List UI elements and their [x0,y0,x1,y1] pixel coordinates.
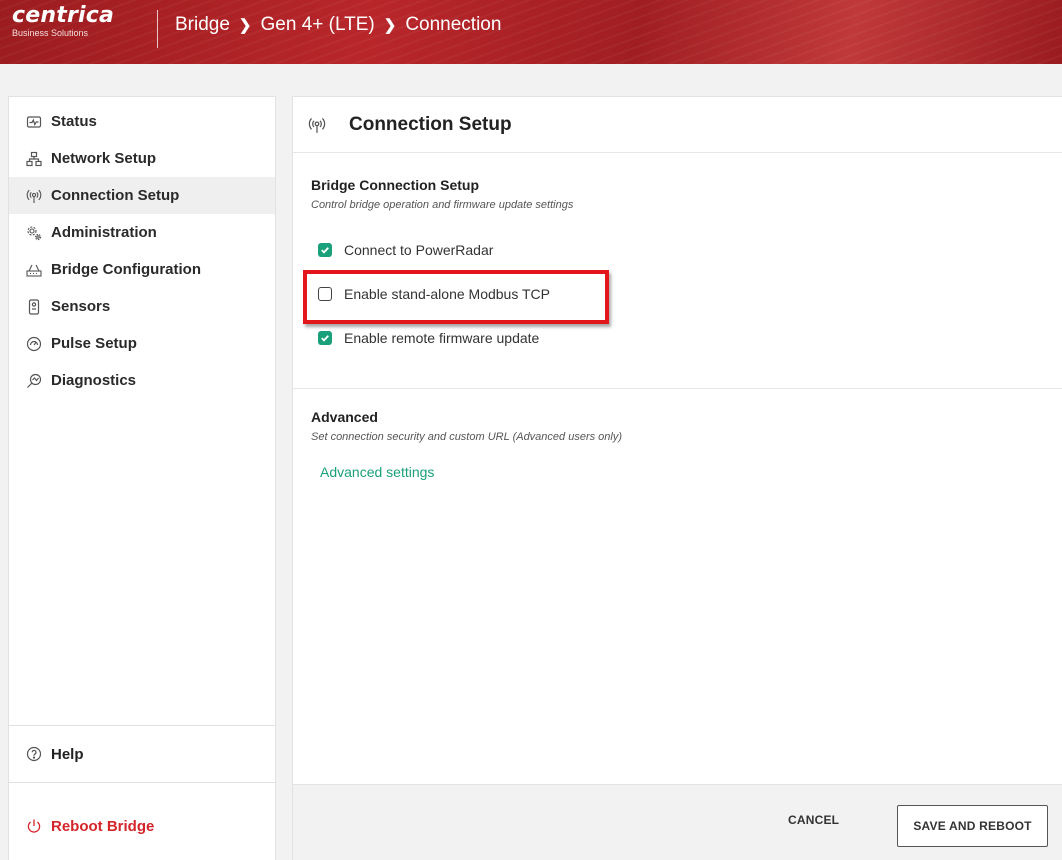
sidebar-item-bridge-configuration[interactable]: Bridge Configuration [9,251,275,288]
page-header: Connection Setup [293,97,1062,153]
logo-wordmark: centrica [12,3,115,28]
reboot-bridge-button[interactable]: Reboot Bridge [9,801,275,851]
gauge-icon [26,336,42,352]
modbus-tcp-option[interactable]: Enable stand-alone Modbus TCP [318,284,1062,304]
action-footer: CANCEL SAVE AND REBOOT [293,784,1062,860]
sidebar-item-administration[interactable]: Administration [9,214,275,251]
sidebar-item-status[interactable]: Status [9,103,275,140]
remote-firmware-option[interactable]: Enable remote firmware update [318,328,1062,348]
cancel-button[interactable]: CANCEL [788,813,839,827]
reboot-label: Reboot Bridge [51,817,155,835]
chevron-right-icon: ❯ [238,17,252,34]
section-subtitle: Set connection security and custom URL (… [311,431,623,443]
help-label: Help [51,745,84,763]
sidebar-item-diagnostics[interactable]: Diagnostics [9,362,275,399]
chevron-right-icon: ❯ [383,17,397,34]
sidebar-item-label: Pulse Setup [51,335,137,352]
sidebar-item-pulse-setup[interactable]: Pulse Setup [9,325,275,362]
page-title: Connection Setup [349,113,512,135]
sidebar-item-sensors[interactable]: Sensors [9,288,275,325]
breadcrumb: Bridge ❯ Gen 4+ (LTE) ❯ Connection [175,14,501,36]
save-and-reboot-button[interactable]: SAVE AND REBOOT [897,805,1048,847]
checkbox-label: Connect to PowerRadar [344,242,494,258]
help-icon [26,746,42,762]
sidebar-nav: Status Network Setup Connection Setup Ad… [9,97,275,399]
sensor-icon [26,298,42,315]
sidebar: Status Network Setup Connection Setup Ad… [8,96,276,860]
antenna-icon [26,188,42,204]
help-link[interactable]: Help [9,725,275,783]
sidebar-item-label: Network Setup [51,150,157,167]
sidebar-item-connection-setup[interactable]: Connection Setup [9,177,275,214]
power-icon [26,818,42,834]
checkbox-label: Enable remote firmware update [344,330,540,346]
header-divider [157,10,158,48]
sidebar-item-label: Sensors [51,298,111,315]
breadcrumb-item-device[interactable]: Gen 4+ (LTE) [261,14,375,36]
section-title: Advanced [311,409,378,425]
connect-powerradar-option[interactable]: Connect to PowerRadar [318,240,1062,260]
breadcrumb-item-bridge[interactable]: Bridge [175,14,230,36]
sidebar-item-label: Connection Setup [51,187,180,204]
main-panel: Connection Setup Bridge Connection Setup… [292,96,1062,860]
sidebar-item-network-setup[interactable]: Network Setup [9,140,275,177]
top-bar: centrica Business Solutions Bridge ❯ Gen… [0,0,1062,64]
connect-powerradar-checkbox[interactable] [318,243,332,257]
modbus-tcp-checkbox[interactable] [318,287,332,301]
diagnostics-icon [26,373,42,389]
status-icon [26,114,42,130]
router-icon [26,262,42,278]
gears-icon [26,225,42,241]
advanced-settings-link[interactable]: Advanced settings [320,464,622,480]
logo-tagline: Business Solutions [12,28,89,38]
section-title: Bridge Connection Setup [311,177,479,193]
breadcrumb-item-current: Connection [405,14,502,35]
sidebar-item-label: Bridge Configuration [51,261,201,278]
sidebar-item-label: Status [51,113,97,130]
sidebar-item-label: Administration [51,224,157,241]
network-icon [26,151,42,167]
checkbox-label: Enable stand-alone Modbus TCP [344,286,550,302]
antenna-icon [308,116,326,134]
bridge-connection-section: Bridge Connection Setup Control bridge o… [293,153,1062,348]
centrica-logo[interactable]: centrica Business Solutions [12,3,115,39]
advanced-section: Advanced Set connection security and cus… [293,389,622,480]
sidebar-item-label: Diagnostics [51,372,137,389]
section-subtitle: Control bridge operation and firmware up… [311,199,574,211]
remote-firmware-checkbox[interactable] [318,331,332,345]
